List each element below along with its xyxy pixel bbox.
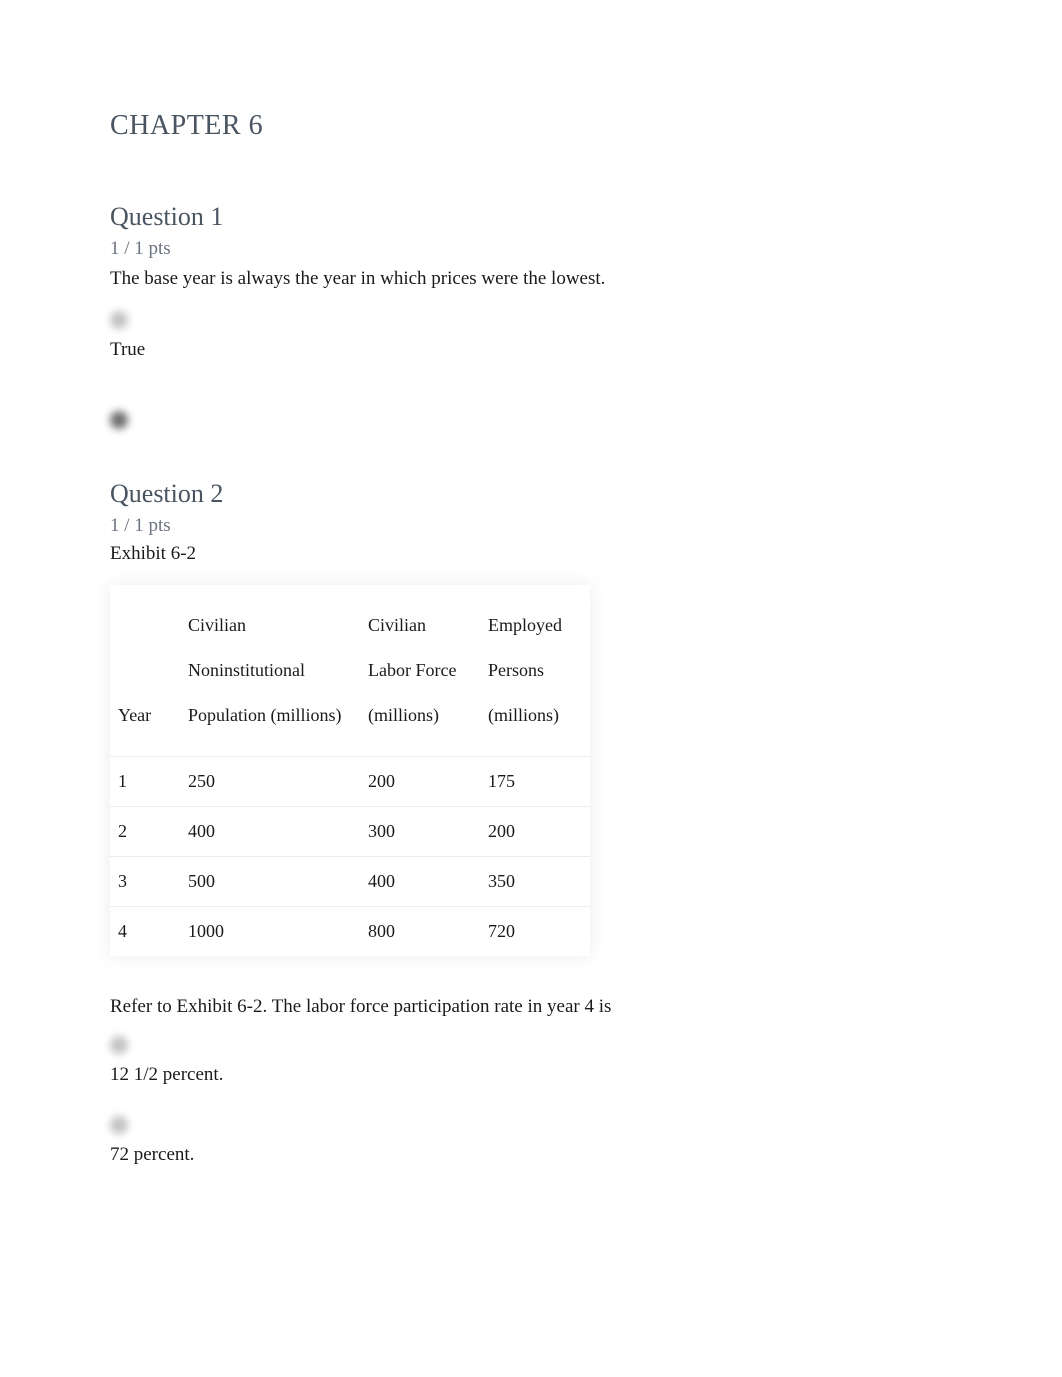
question-2-option-2: 72 percent.: [110, 1144, 952, 1166]
cell-year: 4: [110, 906, 180, 956]
cell-year: 3: [110, 856, 180, 906]
question-1-points: 1 / 1 pts: [110, 238, 952, 260]
cell-year: 2: [110, 806, 180, 856]
table-header-population: Civilian Noninstitutional Population (mi…: [180, 585, 360, 757]
question-2-followup: Refer to Exhibit 6-2. The labor force pa…: [110, 996, 952, 1018]
table-header-employed: Employed Persons (millions): [480, 585, 590, 757]
cell-labor: 200: [360, 756, 480, 806]
question-2: Question 2 1 / 1 pts Exhibit 6-2 Year Ci…: [110, 479, 952, 1166]
cell-employed: 175: [480, 756, 590, 806]
cell-labor: 800: [360, 906, 480, 956]
cell-population: 1000: [180, 906, 360, 956]
table-header-labor-force: Civilian Labor Force (millions): [360, 585, 480, 757]
question-1: Question 1 1 / 1 pts The base year is al…: [110, 202, 952, 429]
table-header-row: Year Civilian Noninstitutional Populatio…: [110, 585, 590, 757]
cell-employed: 350: [480, 856, 590, 906]
radio-icon[interactable]: [110, 1036, 128, 1054]
question-2-option-1: 12 1/2 percent.: [110, 1064, 952, 1086]
exhibit-label: Exhibit 6-2: [110, 543, 952, 565]
cell-employed: 720: [480, 906, 590, 956]
table-row: 4 1000 800 720: [110, 906, 590, 956]
table-row: 3 500 400 350: [110, 856, 590, 906]
radio-icon[interactable]: [110, 311, 128, 329]
table-row: 1 250 200 175: [110, 756, 590, 806]
chapter-title: CHAPTER 6: [110, 110, 952, 142]
cell-labor: 400: [360, 856, 480, 906]
question-1-option-1: True: [110, 339, 952, 361]
table-row: 2 400 300 200: [110, 806, 590, 856]
cell-year: 1: [110, 756, 180, 806]
exhibit-table: Year Civilian Noninstitutional Populatio…: [110, 585, 590, 956]
question-1-text: The base year is always the year in whic…: [110, 266, 952, 293]
cell-population: 250: [180, 756, 360, 806]
question-2-title: Question 2: [110, 479, 952, 509]
question-2-points: 1 / 1 pts: [110, 515, 952, 537]
radio-icon[interactable]: [110, 1116, 128, 1134]
cell-employed: 200: [480, 806, 590, 856]
cell-population: 500: [180, 856, 360, 906]
cell-population: 400: [180, 806, 360, 856]
radio-icon[interactable]: [110, 411, 128, 429]
cell-labor: 300: [360, 806, 480, 856]
table-header-year: Year: [110, 585, 180, 757]
question-1-title: Question 1: [110, 202, 952, 232]
